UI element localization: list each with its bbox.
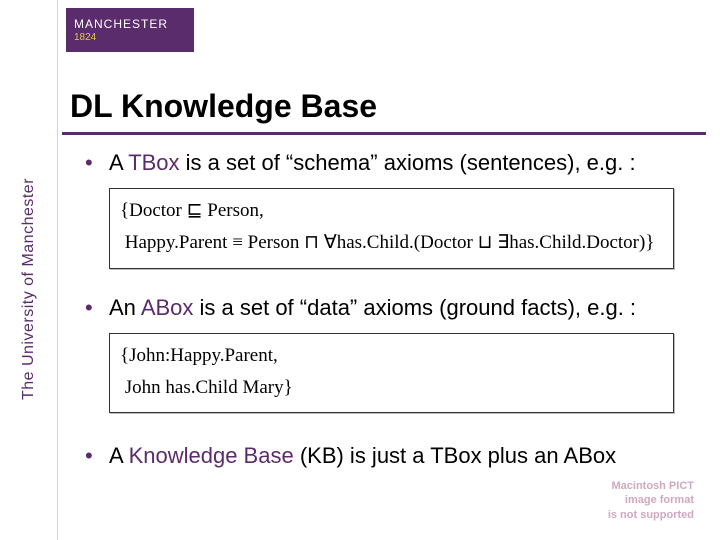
keyword-kb: Knowledge Base [129,443,294,468]
title-underline [62,132,706,135]
slide-body: A TBox is a set of “schema” axioms (sent… [85,150,698,481]
abox-axiom-2: John has.Child Mary} [120,372,663,404]
bullet-kb-post: (KB) is just a TBox plus an ABox [294,443,616,468]
tbox-example-box: {Doctor ⊑ Person, Happy.Parent ≡ Person … [109,188,674,269]
bullet-abox-pre: An [109,295,141,320]
tbox-axiom-1: {Doctor ⊑ Person, [120,195,663,227]
logo-text-year: 1824 [74,33,194,43]
bullet-tbox: A TBox is a set of “schema” axioms (sent… [85,150,698,176]
bullet-kb-pre: A [109,443,129,468]
bullet-abox-post: is a set of “data” axioms (ground facts)… [193,295,636,320]
tbox-axiom-2: Happy.Parent ≡ Person ⊓ ∀has.Child.(Doct… [120,227,663,259]
missing-image-placeholder: Macintosh PICT image format is not suppo… [608,479,694,522]
bullet-tbox-post: is a set of “schema” axioms (sentences),… [180,150,636,175]
abox-axiom-1: {John:Happy.Parent, [120,340,663,372]
manchester-logo: MANCHESTER 1824 [66,8,194,52]
bullet-kb: A Knowledge Base (KB) is just a TBox plu… [85,443,698,469]
bullet-abox: An ABox is a set of “data” axioms (groun… [85,295,698,321]
slide: The University of Manchester MANCHESTER … [0,0,720,540]
bullet-tbox-pre: A [109,150,128,175]
placeholder-line-2: image format [608,493,694,507]
placeholder-line-1: Macintosh PICT [608,479,694,493]
logo-text-main: MANCHESTER [74,18,194,30]
abox-example-box: {John:Happy.Parent, John has.Child Mary} [109,333,674,414]
placeholder-line-3: is not supported [608,508,694,522]
slide-title: DL Knowledge Base [70,88,377,125]
university-name-vertical: The University of Manchester [20,178,38,400]
keyword-tbox: TBox [128,150,179,175]
keyword-abox: ABox [141,295,194,320]
left-rail: The University of Manchester [0,0,58,540]
